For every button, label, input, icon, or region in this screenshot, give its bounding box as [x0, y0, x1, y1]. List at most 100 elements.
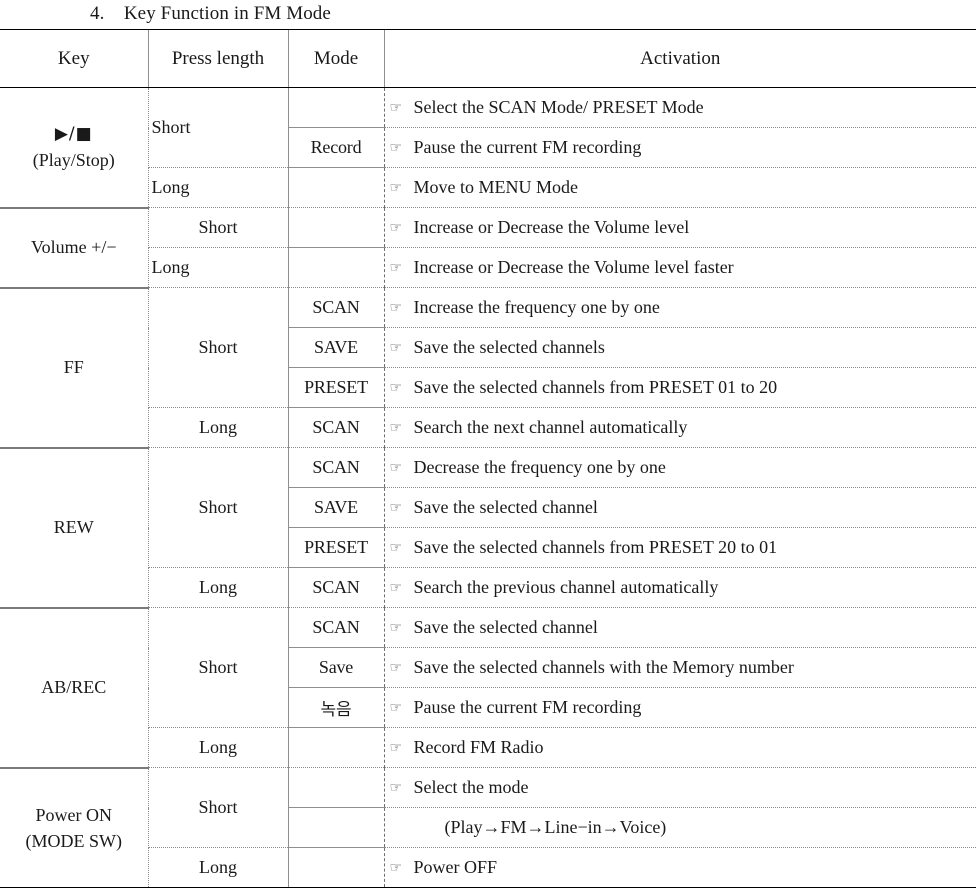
activation-text: Power OFF — [413, 857, 498, 877]
activation-text: Save the selected channels — [413, 337, 605, 357]
activation-text: Save the selected channel — [413, 497, 598, 517]
table-header-row: Key Press length Mode Activation — [0, 29, 976, 88]
pointing-hand-icon: ☞ — [389, 100, 403, 116]
table-row: Volume +/− Short ☞ Increase or Decrease the… — [0, 207, 976, 289]
mode-cell: SCAN — [287, 407, 384, 448]
mode-cell: SCAN — [287, 567, 384, 608]
pointing-hand-icon: ☞ — [389, 260, 403, 276]
pointing-hand-icon: ☞ — [389, 620, 403, 636]
table-row: Power ON (MODE SW) Short ☞ Select the mode — [0, 767, 976, 888]
activation-cell: ☞ Move to MENU Mode — [383, 167, 976, 208]
column-header-mode: Mode — [287, 29, 384, 88]
mode-cell: SCAN — [287, 447, 384, 488]
activation-text: Increase or Decrease the Volume level — [413, 217, 690, 237]
key-symbol: Power ON — [35, 804, 113, 825]
mode-cell: Save — [287, 647, 384, 688]
key-sublabel: (Play/Stop) — [32, 149, 115, 170]
pointing-hand-icon: ☞ — [389, 740, 403, 756]
activation-text: (Play→FM→Line−in→Voice) — [444, 817, 667, 837]
activation-text: Decrease the frequency one by one — [413, 457, 666, 477]
mode-cell: SAVE — [287, 487, 384, 528]
mode-cell — [287, 87, 384, 128]
pointing-hand-icon: ☞ — [389, 580, 403, 596]
activation-text: Select the mode — [413, 777, 529, 797]
mode-cell — [287, 727, 384, 768]
activation-text: Increase or Decrease the Volume level fa… — [413, 257, 734, 277]
activation-cell: ☞ Select the mode — [383, 767, 976, 808]
activation-text: Select the SCAN Mode/ PRESET Mode — [413, 97, 704, 117]
key-name-cell: REW — [0, 447, 148, 609]
activation-cell: ☞ Power OFF — [383, 847, 976, 888]
key-name-cell: AB/REC — [0, 607, 148, 769]
activation-cell: ☞ Pause the current FM recording — [383, 127, 976, 168]
mode-cell — [287, 807, 384, 848]
column-header-press-length: Press length — [147, 29, 288, 88]
activation-text: Search the next channel automatically — [413, 417, 688, 437]
pointing-hand-icon: ☞ — [389, 700, 403, 716]
activation-text: Save the selected channels from PRESET 0… — [413, 377, 778, 397]
activation-text: Increase the frequency one by one — [413, 297, 660, 317]
press-length-cell: Long — [147, 847, 288, 888]
activation-text: Pause the current FM recording — [413, 137, 642, 157]
activation-cell: ☞ Select the SCAN Mode/ PRESET Mode — [383, 87, 976, 128]
key-name-cell: FF — [0, 287, 148, 449]
mode-cell: SCAN — [287, 607, 384, 648]
mode-cell — [287, 247, 384, 288]
activation-cell: ☞ Save the selected channels from PRESET … — [383, 367, 976, 408]
mode-cell: SAVE — [287, 327, 384, 368]
press-length-cell: Long — [147, 247, 288, 288]
table-row: FF Short SCAN ☞ Increase the frequency one b… — [0, 287, 976, 449]
column-header-activation: Activation — [383, 29, 976, 88]
activation-cell: (Play→FM→Line−in→Voice) — [383, 807, 976, 848]
activation-cell: ☞ Save the selected channel — [383, 487, 976, 528]
activation-text: Pause the current FM recording — [413, 697, 642, 717]
pointing-hand-icon: ☞ — [389, 540, 403, 556]
table-row: AB/REC Short SCAN ☞ Save the selected channe… — [0, 607, 976, 769]
activation-text: Move to MENU Mode — [413, 177, 579, 197]
mode-cell: SCAN — [287, 287, 384, 328]
activation-text: Search the previous channel automaticall… — [413, 577, 719, 597]
activation-cell: ☞ Decrease the frequency one by one — [383, 447, 976, 488]
activation-cell: ☞ Increase the frequency one by one — [383, 287, 976, 328]
press-length-cell: Long — [147, 727, 288, 768]
mode-cell: PRESET — [287, 527, 384, 568]
key-symbol: ▶/■ — [54, 123, 93, 144]
key-name-cell: Power ON (MODE SW) — [0, 767, 148, 888]
pointing-hand-icon: ☞ — [389, 340, 403, 356]
key-function-table: Key Press length Mode Activation ▶/■ (Pla… — [0, 29, 976, 888]
table-body: ▶/■ (Play/Stop) Short ☞ Select the SCAN Mode… — [0, 87, 976, 888]
mode-cell — [287, 767, 384, 808]
pointing-hand-icon: ☞ — [389, 220, 403, 236]
pointing-hand-icon: ☞ — [389, 300, 403, 316]
pointing-hand-icon: ☞ — [389, 380, 403, 396]
pointing-hand-icon: ☞ — [389, 660, 403, 676]
activation-cell: ☞ Save the selected channels with the Mem… — [383, 647, 976, 688]
key-symbol: AB/REC — [41, 677, 107, 698]
activation-text: Record FM Radio — [413, 737, 544, 757]
pointing-hand-icon: ☞ — [389, 420, 403, 436]
press-length-cell: Short — [147, 447, 288, 568]
key-name-cell: ▶/■ (Play/Stop) — [0, 87, 148, 209]
activation-cell: ☞ Save the selected channels — [383, 327, 976, 368]
press-length-cell: Short — [147, 767, 288, 848]
mode-cell — [287, 207, 384, 248]
activation-cell: ☞ Record FM Radio — [383, 727, 976, 768]
press-length-cell: Short — [147, 287, 288, 408]
activation-cell: ☞ Pause the current FM recording — [383, 687, 976, 728]
column-header-key: Key — [0, 29, 148, 88]
mode-cell: Record — [287, 127, 384, 168]
pointing-hand-icon: ☞ — [389, 500, 403, 516]
press-length-cell: Long — [147, 567, 288, 608]
activation-cell: ☞ Search the next channel automatically — [383, 407, 976, 448]
page-title: 4. Key Function in FM Mode — [90, 3, 331, 24]
key-sublabel: (MODE SW) — [25, 830, 123, 851]
pointing-hand-icon: ☞ — [389, 140, 403, 156]
press-length-cell: Long — [147, 407, 288, 448]
mode-label-korean: 녹음 — [320, 700, 352, 720]
key-symbol: REW — [53, 517, 94, 538]
press-length-cell: Short — [147, 87, 288, 168]
mode-cell — [287, 847, 384, 888]
activation-cell: ☞ Increase or Decrease the Volume level — [383, 207, 976, 248]
activation-text: Save the selected channel — [413, 617, 598, 637]
pointing-hand-icon: ☞ — [389, 860, 403, 876]
